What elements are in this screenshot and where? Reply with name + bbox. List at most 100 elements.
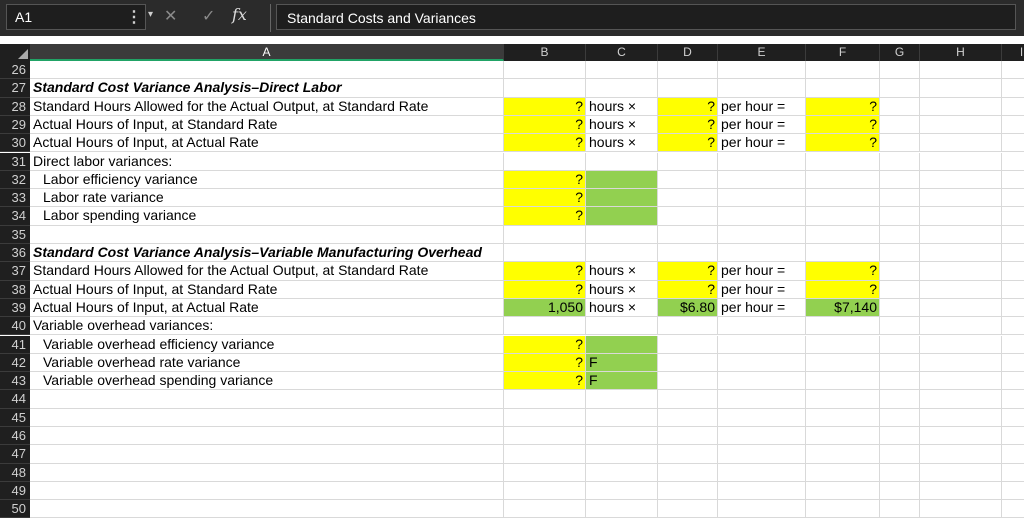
- cell-d34[interactable]: [658, 207, 718, 226]
- cell-g48[interactable]: [880, 463, 920, 482]
- cell-h33[interactable]: [920, 189, 1002, 208]
- cell-a50[interactable]: [30, 500, 504, 519]
- cell-g26[interactable]: [880, 61, 920, 80]
- row-header[interactable]: 41: [0, 335, 30, 354]
- cell-h40[interactable]: [920, 317, 1002, 336]
- cell-c28[interactable]: hours ×: [586, 97, 658, 116]
- cell-b31[interactable]: [504, 152, 586, 171]
- row-header[interactable]: 48: [0, 463, 30, 482]
- cell-e34[interactable]: [718, 207, 806, 226]
- row-header[interactable]: 42: [0, 353, 30, 373]
- cell-d33[interactable]: [658, 189, 718, 208]
- cell-h44[interactable]: [920, 390, 1002, 409]
- cell-i46[interactable]: [1002, 427, 1024, 446]
- cell-e45[interactable]: [718, 408, 806, 427]
- cell-a34[interactable]: Labor spending variance: [30, 207, 504, 226]
- cell-h35[interactable]: [920, 225, 1002, 244]
- cell-b32[interactable]: ?: [504, 170, 586, 190]
- cell-g36[interactable]: [880, 244, 920, 263]
- cell-d43[interactable]: [658, 372, 718, 391]
- cell-c38[interactable]: hours ×: [586, 280, 658, 299]
- cell-f50[interactable]: [806, 500, 880, 519]
- cell-g34[interactable]: [880, 207, 920, 226]
- cell-b38[interactable]: ?: [504, 280, 586, 299]
- cell-g27[interactable]: [880, 79, 920, 98]
- cell-e27[interactable]: [718, 79, 806, 98]
- cell-e41[interactable]: [718, 335, 806, 354]
- cell-h48[interactable]: [920, 463, 1002, 482]
- cell-b46[interactable]: [504, 427, 586, 446]
- cell-b30[interactable]: ?: [504, 134, 586, 153]
- cell-f26[interactable]: [806, 61, 880, 80]
- cell-d44[interactable]: [658, 390, 718, 409]
- cell-g39[interactable]: [880, 298, 920, 318]
- cell-d45[interactable]: [658, 408, 718, 427]
- cell-a42[interactable]: Variable overhead rate variance: [30, 353, 504, 373]
- cell-e39[interactable]: per hour =: [718, 298, 806, 318]
- cell-h29[interactable]: [920, 115, 1002, 135]
- cell-a27[interactable]: Standard Cost Variance Analysis–Direct L…: [30, 79, 504, 98]
- cell-c30[interactable]: hours ×: [586, 134, 658, 153]
- cell-h47[interactable]: [920, 445, 1002, 464]
- cell-f44[interactable]: [806, 390, 880, 409]
- cell-g50[interactable]: [880, 500, 920, 519]
- row-header[interactable]: 43: [0, 372, 30, 391]
- cell-a40[interactable]: Variable overhead variances:: [30, 317, 504, 336]
- cancel-icon[interactable]: ✕: [164, 6, 177, 26]
- column-header-a[interactable]: A: [30, 44, 504, 61]
- cell-c39[interactable]: hours ×: [586, 298, 658, 318]
- cell-h27[interactable]: [920, 79, 1002, 98]
- cell-g42[interactable]: [880, 353, 920, 373]
- cell-i37[interactable]: [1002, 262, 1024, 281]
- cell-e36[interactable]: [718, 244, 806, 263]
- cell-d39[interactable]: $6.80: [658, 298, 718, 318]
- cell-d31[interactable]: [658, 152, 718, 171]
- cell-a47[interactable]: [30, 445, 504, 464]
- cell-a35[interactable]: [30, 225, 504, 244]
- cell-d27[interactable]: [658, 79, 718, 98]
- cell-f34[interactable]: [806, 207, 880, 226]
- cell-e44[interactable]: [718, 390, 806, 409]
- cell-e26[interactable]: [718, 61, 806, 80]
- cell-i47[interactable]: [1002, 445, 1024, 464]
- cell-b26[interactable]: [504, 61, 586, 80]
- cell-f35[interactable]: [806, 225, 880, 244]
- cell-f29[interactable]: ?: [806, 115, 880, 135]
- cell-d38[interactable]: ?: [658, 280, 718, 299]
- row-header[interactable]: 45: [0, 408, 30, 427]
- cell-e42[interactable]: [718, 353, 806, 373]
- cell-i27[interactable]: [1002, 79, 1024, 98]
- cell-c43[interactable]: F: [586, 372, 658, 391]
- cell-i28[interactable]: [1002, 98, 1024, 116]
- row-header[interactable]: 27: [0, 79, 30, 98]
- cell-b42[interactable]: ?: [504, 353, 586, 373]
- cell-f46[interactable]: [806, 427, 880, 446]
- column-header-c[interactable]: C: [586, 44, 658, 61]
- cell-h37[interactable]: [920, 262, 1002, 281]
- cell-i48[interactable]: [1002, 464, 1024, 482]
- cell-b35[interactable]: [504, 225, 586, 244]
- cell-a44[interactable]: [30, 390, 504, 409]
- cell-e30[interactable]: per hour =: [718, 134, 806, 153]
- cell-e47[interactable]: [718, 445, 806, 464]
- cell-d49[interactable]: [658, 481, 718, 501]
- cell-d40[interactable]: [658, 317, 718, 336]
- cell-b28[interactable]: ?: [504, 97, 586, 116]
- cell-i29[interactable]: [1002, 116, 1024, 135]
- row-header[interactable]: 50: [0, 500, 30, 519]
- cell-h31[interactable]: [920, 152, 1002, 171]
- cell-f28[interactable]: ?: [806, 97, 880, 116]
- cell-f45[interactable]: [806, 408, 880, 427]
- cell-i44[interactable]: [1002, 390, 1024, 409]
- cell-f48[interactable]: [806, 463, 880, 482]
- cell-d50[interactable]: [658, 500, 718, 519]
- cell-c47[interactable]: [586, 445, 658, 464]
- row-header[interactable]: 28: [0, 97, 30, 116]
- cell-e46[interactable]: [718, 427, 806, 446]
- cell-a41[interactable]: Variable overhead efficiency variance: [30, 335, 504, 354]
- row-header[interactable]: 40: [0, 317, 30, 336]
- cell-f39[interactable]: $7,140: [806, 298, 880, 318]
- cell-g47[interactable]: [880, 445, 920, 464]
- column-header-b[interactable]: B: [504, 44, 586, 61]
- cell-b47[interactable]: [504, 445, 586, 464]
